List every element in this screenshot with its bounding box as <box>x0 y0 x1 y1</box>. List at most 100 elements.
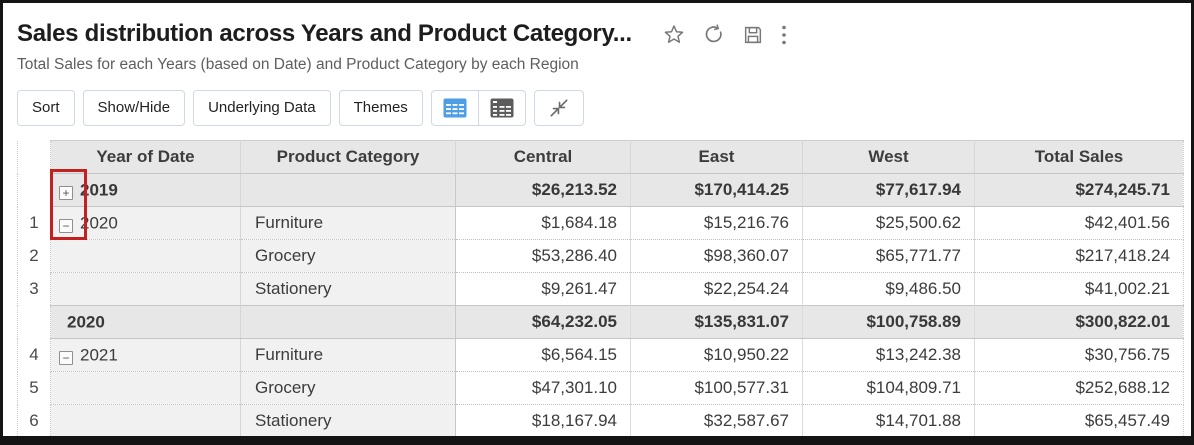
value-cell-central: $6,564.15 <box>456 339 631 372</box>
value-cell-central: $1,684.18 <box>456 207 631 240</box>
column-header-central: Central <box>456 141 631 174</box>
value-cell-east: $100,577.31 <box>631 372 803 405</box>
report-header: Sales distribution across Years and Prod… <box>3 3 1191 75</box>
year-cell <box>51 273 241 306</box>
column-header-category: Product Category <box>241 141 456 174</box>
category-cell: Furniture <box>241 207 456 240</box>
refresh-icon[interactable] <box>703 24 725 46</box>
value-cell-east: $32,587.67 <box>631 405 803 438</box>
value-cell-west: $104,809.71 <box>803 372 975 405</box>
table-row: 4−2021Furniture$6,564.15$10,950.22$13,24… <box>18 339 1184 372</box>
value-cell-east: $15,216.76 <box>631 207 803 240</box>
row-number-cell: 3 <box>18 273 51 306</box>
row-number-cell: 2 <box>18 240 51 273</box>
show-hide-button[interactable]: Show/Hide <box>83 90 186 126</box>
collapse-toggle[interactable]: − <box>59 351 73 365</box>
table-row: 2 Grocery$53,286.40$98,360.07$65,771.77$2… <box>18 240 1184 273</box>
year-cell <box>51 405 241 438</box>
value-cell-central: $64,232.05 <box>456 306 631 339</box>
value-cell-west: $14,701.88 <box>803 405 975 438</box>
value-cell-west: $77,617.94 <box>803 174 975 207</box>
value-cell-total: $274,245.71 <box>975 174 1184 207</box>
pivot-view-icon[interactable] <box>478 91 525 125</box>
collapse-all-icon[interactable] <box>534 90 584 126</box>
category-cell <box>241 174 456 207</box>
value-cell-total: $300,822.01 <box>975 306 1184 339</box>
table-row: 3 Stationery$9,261.47$22,254.24$9,486.50$… <box>18 273 1184 306</box>
value-cell-central: $26,213.52 <box>456 174 631 207</box>
collapse-toggle[interactable]: − <box>59 219 73 233</box>
sort-button[interactable]: Sort <box>17 90 75 126</box>
value-cell-east: $98,360.07 <box>631 240 803 273</box>
value-cell-east: $135,831.07 <box>631 306 803 339</box>
value-cell-total: $252,688.12 <box>975 372 1184 405</box>
value-cell-west: $65,771.77 <box>803 240 975 273</box>
value-cell-east: $170,414.25 <box>631 174 803 207</box>
value-cell-west: $13,242.38 <box>803 339 975 372</box>
value-cell-east: $10,950.22 <box>631 339 803 372</box>
row-number-cell: 6 <box>18 405 51 438</box>
table-view-icon[interactable] <box>432 91 478 125</box>
value-cell-central: $53,286.40 <box>456 240 631 273</box>
table-row: 5 Grocery$47,301.10$100,577.31$104,809.71… <box>18 372 1184 405</box>
view-toggle-group <box>431 90 526 126</box>
category-cell <box>241 306 456 339</box>
column-header-west: West <box>803 141 975 174</box>
row-number-cell: 5 <box>18 372 51 405</box>
year-cell: −2021 <box>51 339 241 372</box>
value-cell-east: $22,254.24 <box>631 273 803 306</box>
year-label: 2020 <box>67 312 105 331</box>
report-window: Sales distribution across Years and Prod… <box>0 0 1194 445</box>
save-icon[interactable] <box>742 24 764 46</box>
star-icon[interactable] <box>662 23 686 47</box>
themes-button[interactable]: Themes <box>339 90 423 126</box>
row-number-cell <box>18 174 51 207</box>
value-cell-total: $42,401.56 <box>975 207 1184 240</box>
table-row: +2019 $26,213.52$170,414.25$77,617.94$274… <box>18 174 1184 207</box>
value-cell-west: $100,758.89 <box>803 306 975 339</box>
year-label: 2020 <box>80 213 118 232</box>
year-cell: 2020 <box>51 306 241 339</box>
table-row: 1−2020Furniture$1,684.18$15,216.76$25,50… <box>18 207 1184 240</box>
kebab-menu-icon[interactable] <box>781 24 787 46</box>
row-number-cell <box>18 306 51 339</box>
category-cell: Stationery <box>241 273 456 306</box>
value-cell-total: $41,002.21 <box>975 273 1184 306</box>
category-cell: Grocery <box>241 372 456 405</box>
pivot-table: Year of Date Product Category Central Ea… <box>17 140 1184 438</box>
column-header-year: Year of Date <box>51 141 241 174</box>
value-cell-total: $217,418.24 <box>975 240 1184 273</box>
header-row: Year of Date Product Category Central Ea… <box>18 141 1184 174</box>
year-cell <box>51 240 241 273</box>
column-header-east: East <box>631 141 803 174</box>
year-label: 2019 <box>80 180 118 199</box>
row-number-column-header <box>18 141 51 174</box>
category-cell: Stationery <box>241 405 456 438</box>
category-cell: Grocery <box>241 240 456 273</box>
category-cell: Furniture <box>241 339 456 372</box>
year-label: 2021 <box>80 345 118 364</box>
page-title: Sales distribution across Years and Prod… <box>17 19 632 49</box>
pivot-table-container: Year of Date Product Category Central Ea… <box>17 140 1183 438</box>
value-cell-central: $9,261.47 <box>456 273 631 306</box>
value-cell-central: $47,301.10 <box>456 372 631 405</box>
year-cell: −2020 <box>51 207 241 240</box>
underlying-data-button[interactable]: Underlying Data <box>193 90 331 126</box>
table-body: +2019 $26,213.52$170,414.25$77,617.94$274… <box>18 174 1184 438</box>
table-row: 6 Stationery$18,167.94$32,587.67$14,701.8… <box>18 405 1184 438</box>
expand-toggle[interactable]: + <box>59 186 73 200</box>
value-cell-west: $25,500.62 <box>803 207 975 240</box>
table-row: 2020 $64,232.05$135,831.07$100,758.89$300… <box>18 306 1184 339</box>
value-cell-total: $65,457.49 <box>975 405 1184 438</box>
toolbar: Sort Show/Hide Underlying Data Themes <box>17 90 1191 126</box>
header-actions <box>662 23 787 47</box>
year-cell: +2019 <box>51 174 241 207</box>
value-cell-total: $30,756.75 <box>975 339 1184 372</box>
year-cell <box>51 372 241 405</box>
report-description: Total Sales for each Years (based on Dat… <box>17 55 1175 75</box>
value-cell-central: $18,167.94 <box>456 405 631 438</box>
column-header-total-sales: Total Sales <box>975 141 1184 174</box>
row-number-cell: 1 <box>18 207 51 240</box>
row-number-cell: 4 <box>18 339 51 372</box>
value-cell-west: $9,486.50 <box>803 273 975 306</box>
